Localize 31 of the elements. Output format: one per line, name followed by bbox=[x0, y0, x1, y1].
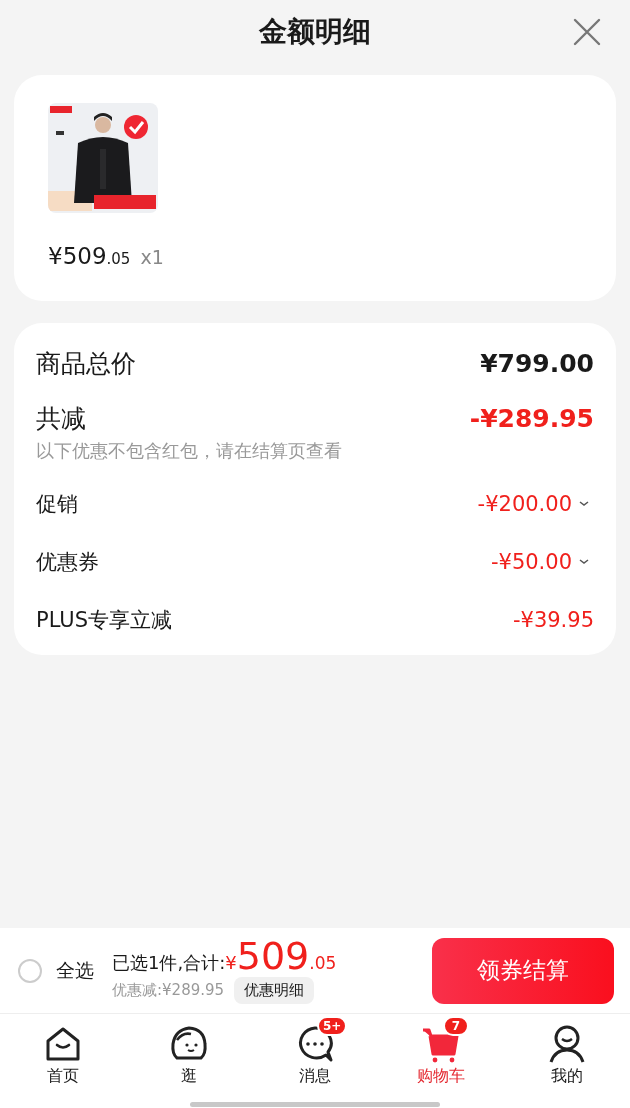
discount-item-label: 促销 bbox=[36, 491, 78, 518]
select-all-radio[interactable] bbox=[18, 958, 42, 983]
discount-value: -¥289.95 bbox=[469, 404, 594, 433]
tab-item[interactable]: 7 购物车 bbox=[378, 1014, 504, 1100]
discount-item-value: -¥200.00 bbox=[477, 492, 572, 516]
chevron-down-icon[interactable] bbox=[578, 500, 590, 508]
item-quantity: x1 bbox=[140, 246, 164, 268]
tab-item[interactable]: 逛 bbox=[126, 1014, 252, 1100]
discount-item-value: -¥39.95 bbox=[512, 608, 594, 632]
saved-amount: 优惠减:¥289.95 bbox=[112, 981, 225, 1000]
sheet-title: 金额明细 bbox=[259, 14, 371, 50]
total-price: 已选1件,合计:¥509.05 bbox=[112, 937, 338, 975]
tab-item[interactable]: 我的 bbox=[504, 1014, 630, 1100]
discount-note: 以下优惠不包含红包，请在结算页查看 bbox=[36, 439, 343, 463]
tab-item[interactable]: 5+ 消息 bbox=[252, 1014, 378, 1100]
person-icon bbox=[547, 1024, 587, 1064]
total-label: 商品总价 bbox=[36, 348, 136, 380]
total-value: ¥799.00 bbox=[480, 349, 594, 378]
tab-item[interactable]: 首页 bbox=[0, 1014, 126, 1100]
item-price: ¥509.05 bbox=[48, 243, 131, 269]
chevron-down-icon[interactable] bbox=[578, 558, 590, 566]
discount-item-value: -¥50.00 bbox=[490, 550, 572, 574]
discount-label: 共减 bbox=[36, 403, 86, 435]
count-badge: 5+ bbox=[317, 1016, 348, 1036]
discount-details-button[interactable]: 优惠明细 bbox=[234, 977, 315, 1004]
discount-item-label: PLUS专享立减 bbox=[36, 607, 173, 634]
discount-item-label: 优惠券 bbox=[36, 549, 99, 576]
select-all-label: 全选 bbox=[56, 957, 94, 983]
checkout-button[interactable]: 领券结算 bbox=[432, 937, 614, 1004]
close-icon[interactable] bbox=[572, 17, 602, 47]
count-badge: 7 bbox=[443, 1016, 469, 1036]
